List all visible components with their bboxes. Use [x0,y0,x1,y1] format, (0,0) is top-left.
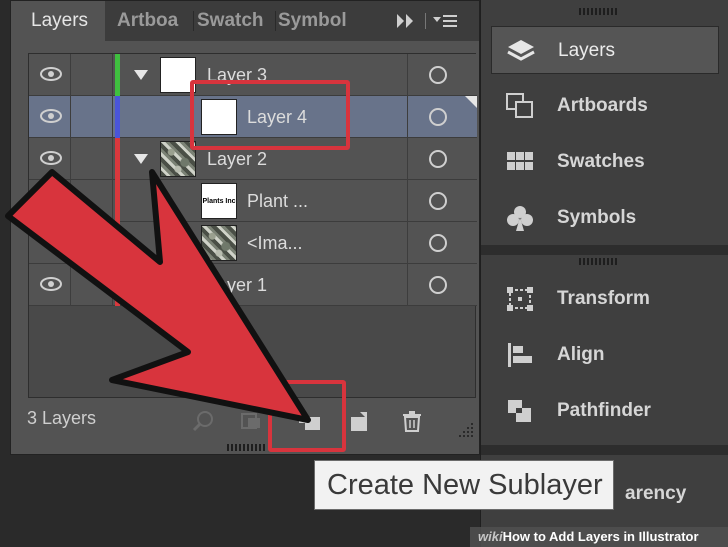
panel-footer: 3 Layers [11,399,479,443]
dock-item-symbols[interactable]: Symbols [491,194,719,242]
layer-name[interactable]: <Ima... [247,222,303,264]
tab-separator [193,11,194,31]
panel-tab-bar: Layers Artboa Swatch Symbol [11,1,479,41]
target-circle-icon[interactable] [429,108,447,126]
dock-item-artboards[interactable]: Artboards [491,82,719,130]
watermark-brand: wiki [478,529,503,544]
target-circle-icon[interactable] [429,276,447,294]
watermark: wikiHow to Add Layers in Illustrator [470,527,728,547]
resize-grip-icon[interactable] [457,421,475,439]
tab-separator [275,11,276,31]
target-circle-icon[interactable] [429,192,447,210]
dock-label: Artboards [557,95,648,116]
target-circle-icon[interactable] [429,66,447,84]
eye-icon[interactable] [40,67,62,81]
panel-grip[interactable] [227,444,267,451]
dock-label: Transform [557,288,650,309]
layer-color-bar [115,180,120,222]
dock-item-align[interactable]: Align [491,331,719,379]
dock-grip[interactable] [579,8,619,15]
target-circle-icon[interactable] [429,150,447,168]
layer-color-bar [115,54,120,96]
layer-row-layer-1[interactable]: Layer 1 [29,264,477,306]
clipping-mask-icon[interactable] [239,409,265,433]
align-icon [508,343,532,367]
layer-count: 3 Layers [27,408,97,428]
layer-color-bar [115,138,120,180]
layer-color-bar [115,264,120,306]
selection-corner-icon [465,96,477,108]
layer-row-image[interactable]: <Ima... [29,222,477,264]
dock-label: Align [557,344,605,365]
dock-item-pathfinder[interactable]: Pathfinder [491,387,719,435]
eye-icon[interactable] [40,277,62,291]
layer-row-plant[interactable]: Plants Inc Plant ... [29,180,477,222]
target-circle-icon[interactable] [429,234,447,252]
layer-color-bar [115,96,120,138]
panel-menu-controls [397,11,459,31]
layer-name[interactable]: Plant ... [247,180,308,222]
dock-divider [481,245,728,255]
dock-item-transform[interactable]: Transform [491,275,719,323]
dock-item-swatches[interactable]: Swatches [491,138,719,186]
trash-icon[interactable] [399,409,425,433]
dock-label: arency [625,483,687,504]
dock-label: Pathfinder [557,400,651,421]
dock-item-layers[interactable]: Layers [491,26,719,74]
watermark-title: How to Add Layers in Illustrator [502,529,699,544]
collapse-icon[interactable] [397,11,459,31]
expand-arrow-icon[interactable] [134,70,148,80]
eye-icon[interactable] [40,151,62,165]
dock-label: Swatches [557,151,645,172]
highlight-box-layer-4 [190,80,350,150]
new-layer-icon[interactable] [346,409,372,433]
thumbnail-text: Plants Inc [202,198,236,205]
club-symbol-icon [507,206,533,231]
swatches-icon [507,152,533,170]
artboards-icon [506,93,533,118]
layer-color-bar [115,222,120,264]
layer-thumbnail [160,267,196,303]
eye-icon[interactable] [40,109,62,123]
layer-thumbnail [201,225,237,261]
layer-name[interactable]: Layer 1 [207,264,267,306]
highlight-box-new-sublayer [268,380,346,452]
layers-icon [507,40,535,61]
expand-arrow-icon[interactable] [134,154,148,164]
tab-layers[interactable]: Layers [11,1,105,41]
dock-label: Layers [558,40,616,61]
pathfinder-icon [508,400,531,422]
layer-thumbnail: Plants Inc [201,183,237,219]
locate-object-icon[interactable] [191,409,217,433]
tab-artboards[interactable]: Artboa [117,1,189,41]
tab-symbols[interactable]: Symbol [278,1,358,41]
layers-panel: Layers Artboa Swatch Symbol Layer 3 Laye… [10,0,480,455]
dock-grip[interactable] [579,258,619,265]
dock-divider [481,445,728,455]
transform-icon [507,287,533,311]
dock-label: Symbols [557,207,637,228]
tab-swatches[interactable]: Swatch [197,1,275,41]
tooltip-create-new-sublayer: Create New Sublayer [314,460,614,510]
